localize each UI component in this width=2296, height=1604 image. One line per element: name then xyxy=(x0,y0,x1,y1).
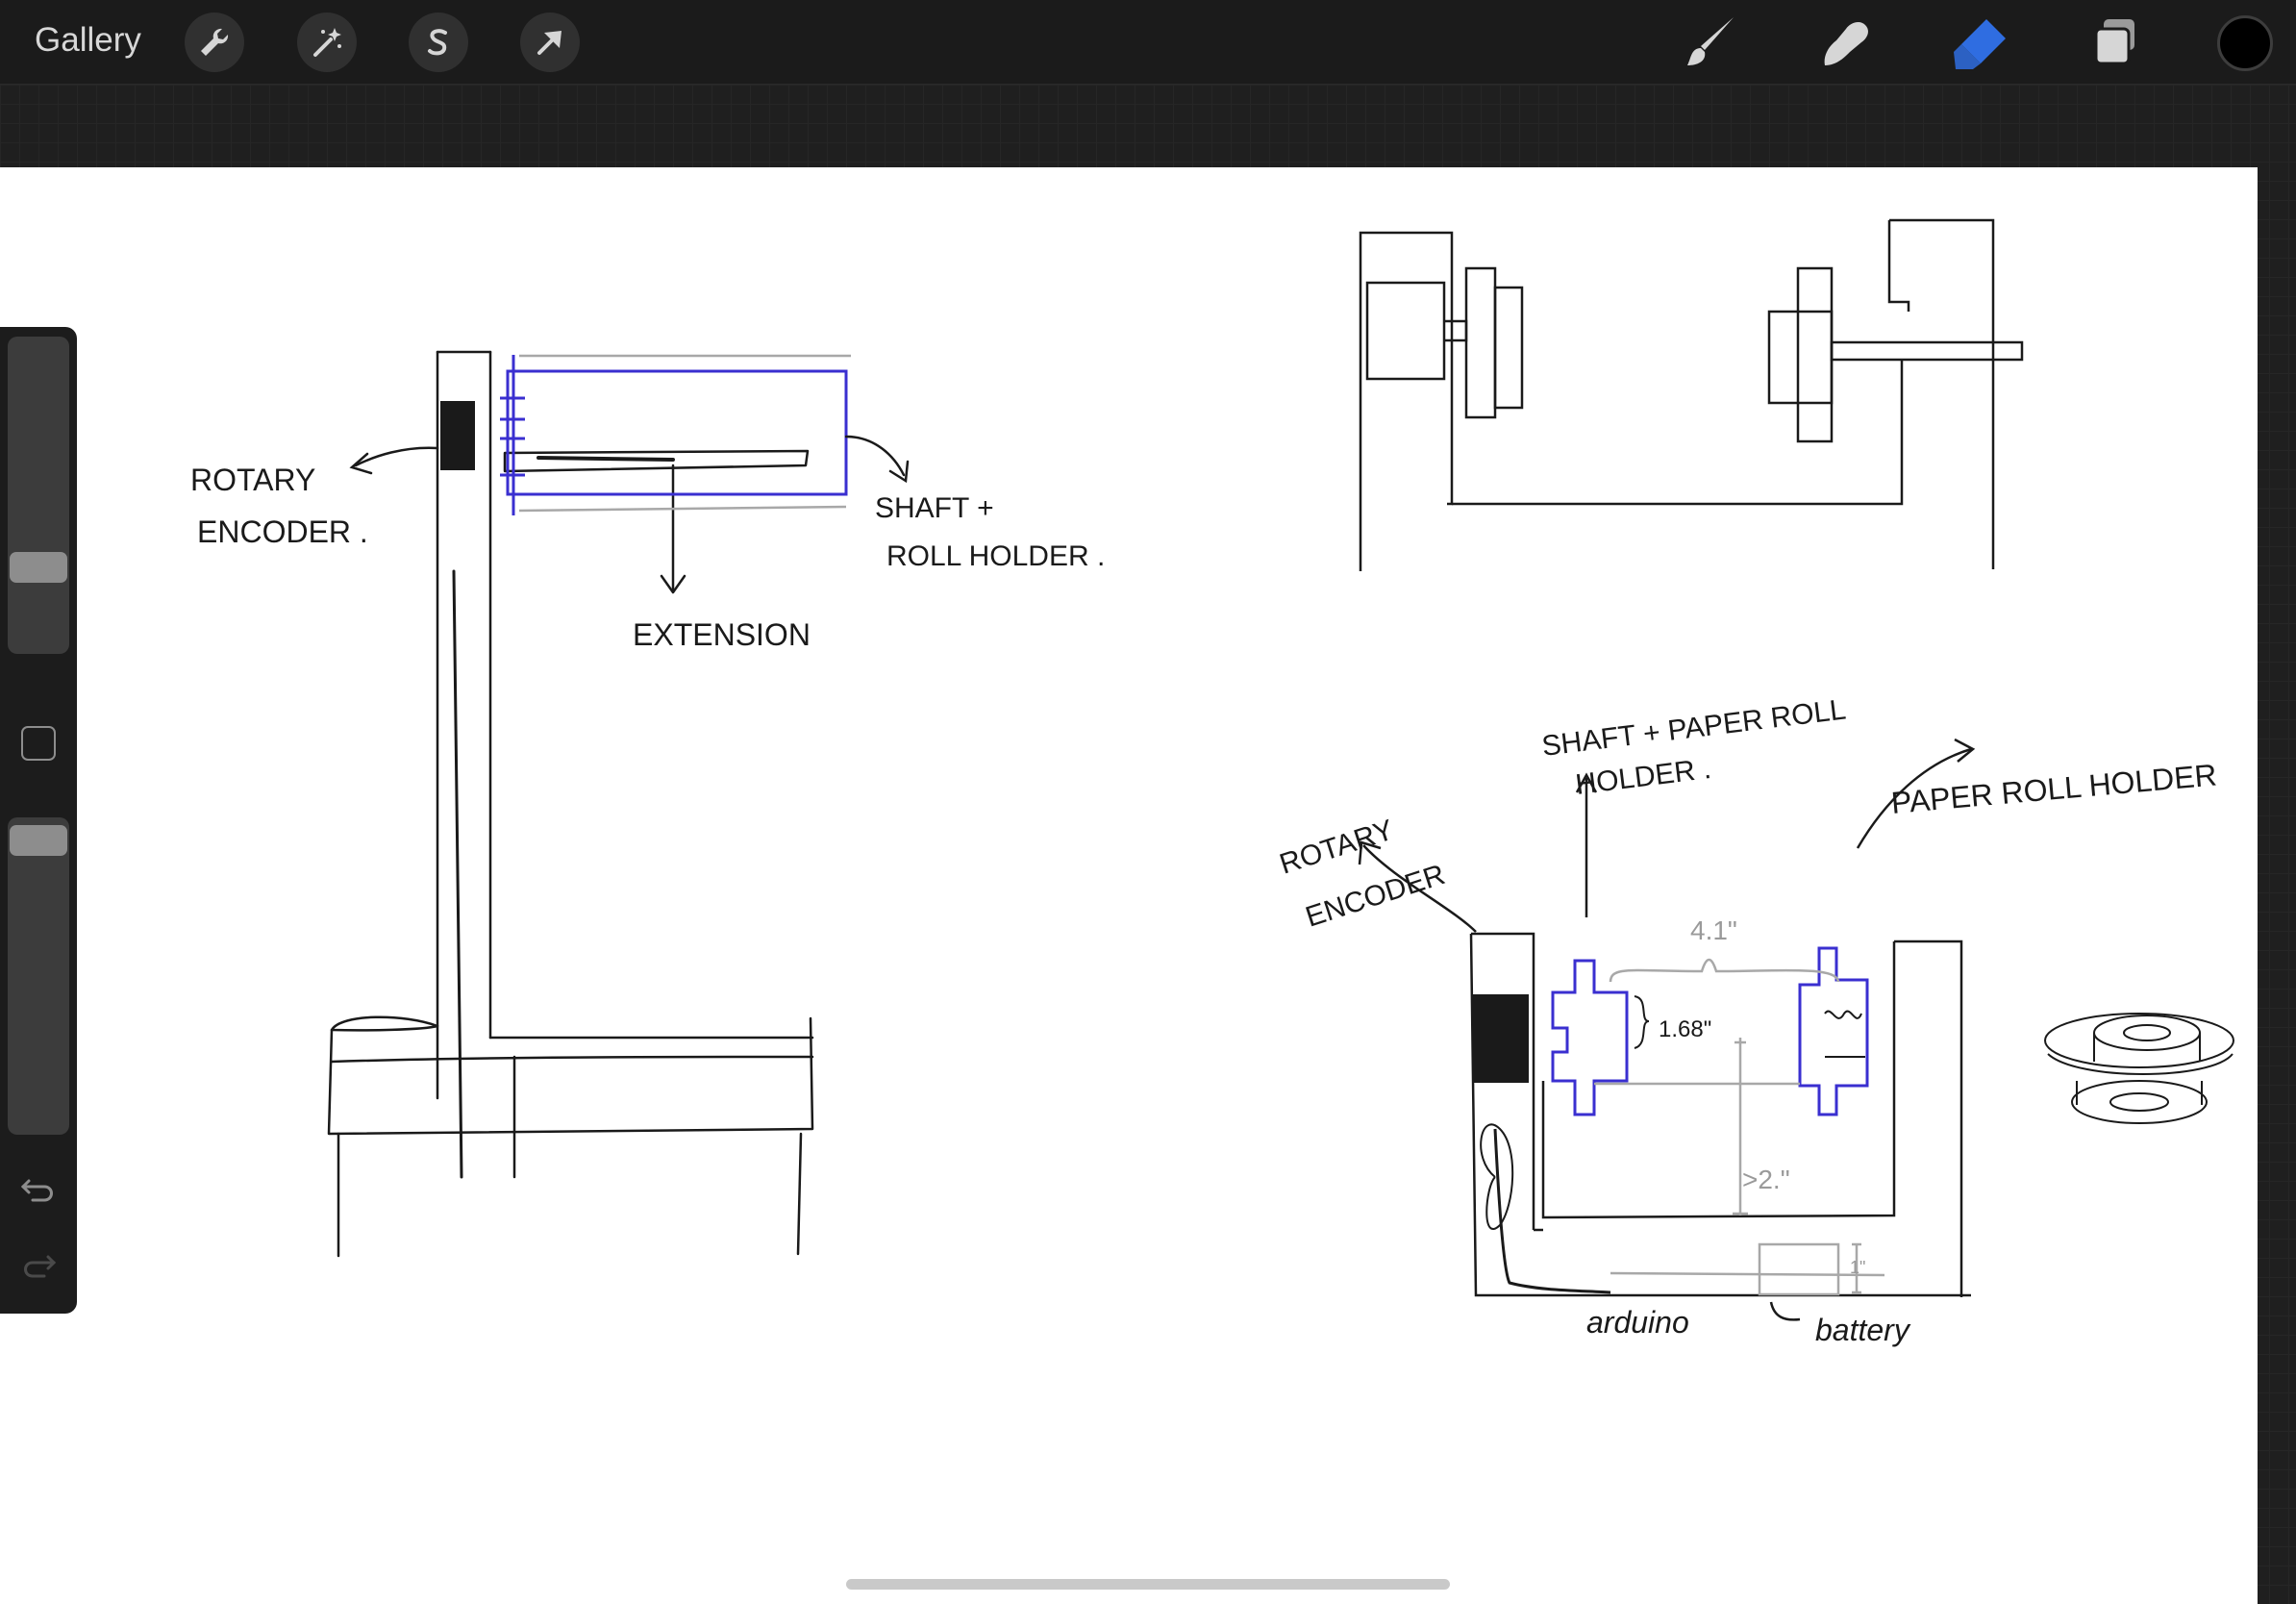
actions-button[interactable] xyxy=(185,13,244,72)
right-shaft-paper-label-1: SHAFT + PAPER ROLL xyxy=(1540,693,1848,763)
redo-icon xyxy=(24,1255,57,1278)
transform-button[interactable] xyxy=(520,13,580,72)
dim-width-label: 4.1" xyxy=(1690,915,1737,945)
selection-button[interactable] xyxy=(409,13,468,72)
right-paper-roll-label: PAPER ROLL HOLDER xyxy=(1889,758,2218,820)
left-rotary-label-1: ROTARY xyxy=(190,463,315,497)
dim-depth-label: >2." xyxy=(1742,1165,1790,1194)
left-shaft-label-2: ROLL HOLDER . xyxy=(886,540,1105,572)
dim-height-label: 1.68" xyxy=(1659,1016,1711,1042)
layers-button[interactable] xyxy=(2083,12,2148,73)
top-toolbar: Gallery xyxy=(0,0,2296,85)
opacity-thumb[interactable] xyxy=(10,825,67,856)
sketch-drawing: ROTARY ENCODER . SHAFT + ROLL HOLDER . E… xyxy=(190,218,2234,1347)
rotary-encoder-left xyxy=(440,401,475,470)
smudge-finger-icon xyxy=(1824,22,1868,65)
eraser-tool-button[interactable] xyxy=(1948,12,2013,73)
wrench-icon xyxy=(201,28,229,56)
brush-size-slider[interactable] xyxy=(8,337,69,654)
arrow-cursor-icon xyxy=(537,31,562,55)
color-swatch-button[interactable] xyxy=(2217,15,2273,71)
undo-button[interactable] xyxy=(19,1169,58,1208)
paintbrush-icon xyxy=(1687,17,1734,65)
right-shaft-paper-label-2: HOLDER . xyxy=(1574,753,1713,801)
brush-sidebar xyxy=(0,327,77,1314)
home-indicator[interactable] xyxy=(846,1579,1450,1590)
modify-button[interactable] xyxy=(21,726,56,761)
drawing-canvas[interactable]: ROTARY ENCODER . SHAFT + ROLL HOLDER . E… xyxy=(0,167,2258,1604)
layers-icon xyxy=(2094,19,2134,65)
magic-wand-icon xyxy=(313,28,341,57)
brush-tool-button[interactable] xyxy=(1678,12,1743,73)
redo-button[interactable] xyxy=(19,1245,58,1284)
dim-small-label: 1" xyxy=(1850,1258,1865,1277)
opacity-slider[interactable] xyxy=(8,817,69,1135)
arduino-label: arduino xyxy=(1586,1305,1689,1340)
selection-s-icon xyxy=(428,29,447,56)
battery-label: battery xyxy=(1815,1313,1911,1347)
right-rotary-label-1: ROTARY xyxy=(1276,814,1397,880)
adjustments-button[interactable] xyxy=(297,13,357,72)
left-shaft-label-1: SHAFT + xyxy=(875,492,994,524)
undo-icon xyxy=(20,1179,53,1202)
rotary-encoder-right xyxy=(1473,994,1529,1083)
left-rotary-label-2: ENCODER . xyxy=(197,514,368,549)
brush-size-thumb[interactable] xyxy=(10,552,67,583)
gallery-button[interactable]: Gallery xyxy=(35,21,141,60)
eraser-icon xyxy=(1954,19,2006,69)
smudge-tool-button[interactable] xyxy=(1813,12,1879,73)
left-extension-label: EXTENSION xyxy=(633,617,811,652)
